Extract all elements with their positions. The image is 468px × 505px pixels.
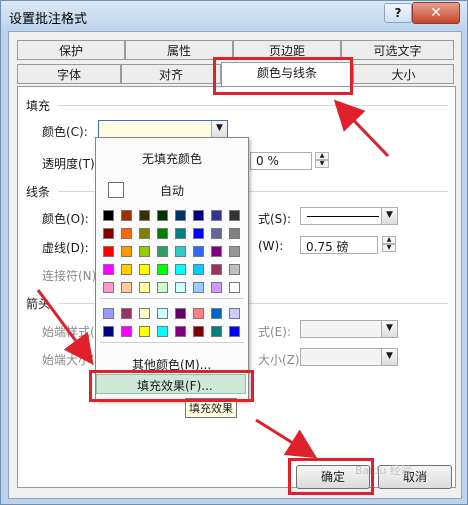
fill-section-title: 填充 [26, 99, 51, 113]
chevron-down-icon[interactable]: ▼ [381, 208, 397, 224]
transparency-input[interactable]: 0 % [250, 152, 312, 170]
line-weight-value: 0.75 磅 [306, 240, 349, 254]
chevron-down-icon[interactable]: ▼ [381, 321, 397, 337]
baidu-watermark: Baidu 经验 [355, 464, 412, 477]
tab-size[interactable]: 大小 [353, 64, 454, 84]
title-bar: 设置批注格式 ? ✕ [1, 1, 467, 31]
color-swatch[interactable] [211, 308, 222, 319]
end-size-label: 大小(Z): [258, 353, 304, 367]
end-size-dropdown[interactable]: ▼ [300, 348, 398, 366]
arrows-section-title: 箭头 [26, 297, 51, 311]
fill-effects-label: 填充效果(F)... [137, 379, 213, 393]
color-swatch[interactable] [157, 308, 168, 319]
line-style-dropdown[interactable]: ▼ [300, 207, 398, 225]
divider [100, 342, 244, 343]
tooltip: 填充效果 [185, 398, 237, 418]
color-picker-popup: 无填充颜色 自动 其他颜色(M)... 填充效果(F)... [95, 137, 249, 401]
line-style-label: 式(S): [258, 212, 292, 226]
tab-alt-text[interactable]: 可选文字 [341, 40, 454, 60]
color-swatch[interactable] [211, 326, 222, 337]
end-style-dropdown[interactable]: ▼ [300, 320, 398, 338]
line-weight-label: (W): [258, 239, 284, 253]
tab-font[interactable]: 字体 [17, 64, 121, 84]
transparency-spinner[interactable]: ▲ ▼ [315, 152, 329, 168]
help-button[interactable]: ? [384, 3, 412, 23]
connector-label: 连接符(N): [42, 269, 101, 283]
dash-label: 虚线(D): [42, 241, 89, 255]
color-swatch[interactable] [229, 326, 240, 337]
color-swatch[interactable] [121, 308, 132, 319]
color-swatch[interactable] [175, 308, 186, 319]
end-style-label: 式(E): [258, 325, 291, 339]
tab-colors-and-lines[interactable]: 颜色与线条 [221, 62, 353, 86]
fill-effects-option[interactable]: 填充效果(F)... [96, 374, 246, 394]
line-section-title: 线条 [26, 185, 51, 199]
tab-properties[interactable]: 属性 [125, 40, 233, 60]
line-weight-input[interactable]: 0.75 磅 [300, 236, 378, 254]
color-swatch[interactable] [139, 308, 150, 319]
color-swatch[interactable] [193, 308, 204, 319]
chart-palette [96, 138, 248, 338]
color-swatch[interactable] [193, 326, 204, 337]
color-swatch[interactable] [175, 326, 186, 337]
color-swatch[interactable] [121, 326, 132, 337]
transparency-value: 0 % [256, 154, 279, 168]
fill-color-label: 颜色(C): [42, 125, 88, 139]
transparency-label: 透明度(T): [42, 157, 99, 171]
color-swatch[interactable] [157, 326, 168, 337]
tab-alignment[interactable]: 对齐 [121, 64, 221, 84]
color-swatch[interactable] [139, 326, 150, 337]
chevron-down-icon[interactable]: ▼ [211, 121, 227, 138]
close-button[interactable]: ✕ [412, 2, 460, 24]
more-colors-option[interactable]: 其他颜色(M)... [132, 356, 211, 373]
line-style-preview [307, 216, 379, 217]
tab-protection[interactable]: 保护 [17, 40, 125, 60]
window-title: 设置批注格式 [9, 12, 88, 27]
line-weight-spinner[interactable]: ▲ ▼ [382, 236, 396, 252]
divider [58, 105, 448, 106]
fill-color-swatch [100, 122, 212, 137]
tab-margins[interactable]: 页边距 [233, 40, 341, 60]
color-swatch[interactable] [103, 308, 114, 319]
color-swatch[interactable] [229, 308, 240, 319]
color-swatch[interactable] [103, 326, 114, 337]
line-color-label: 颜色(O): [42, 212, 89, 226]
chevron-down-icon[interactable]: ▼ [381, 349, 397, 365]
